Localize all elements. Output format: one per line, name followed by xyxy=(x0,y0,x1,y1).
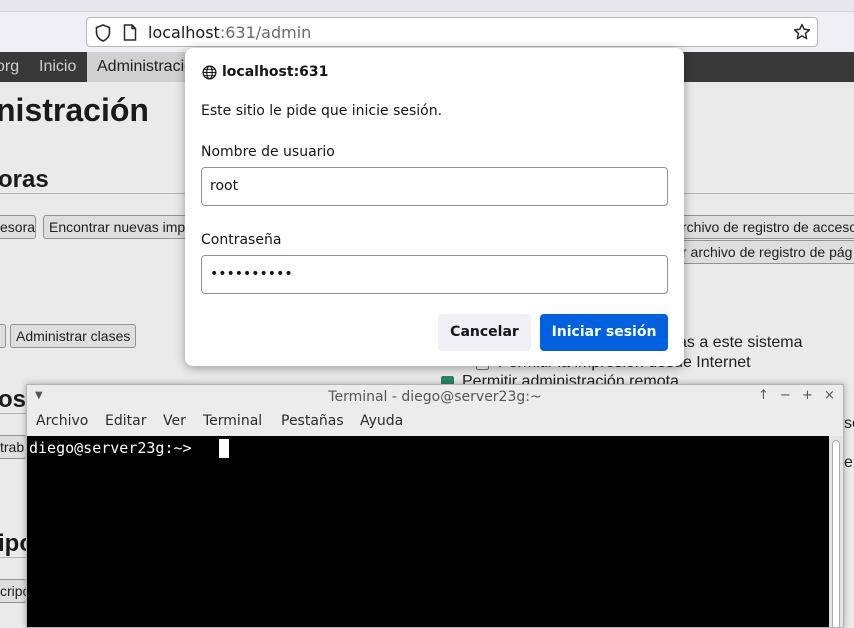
password-label: Contraseña xyxy=(201,232,282,248)
shield-icon[interactable] xyxy=(95,24,111,46)
menu-file[interactable]: Archivo xyxy=(36,413,88,429)
globe-icon xyxy=(202,65,217,84)
address-bar[interactable]: localhost:631/admin xyxy=(86,17,818,47)
terminal-scrollbar-thumb[interactable] xyxy=(832,440,840,627)
terminal-screen[interactable]: diego@server23g:~> xyxy=(27,436,829,627)
terminal-window: ▼ Terminal - diego@server23g:~ ↑ − + × A… xyxy=(26,384,844,628)
dialog-message: Este sitio le pide que inicie sesión. xyxy=(201,103,443,119)
page-info-icon[interactable] xyxy=(123,24,137,45)
url-host: localhost xyxy=(148,23,220,42)
login-button[interactable]: Iniciar sesión xyxy=(540,314,668,351)
dialog-origin: localhost:631 xyxy=(222,64,329,80)
menu-tabs[interactable]: Pestañas xyxy=(281,413,344,429)
browser-toolbar: localhost:631/admin xyxy=(0,0,854,52)
username-field[interactable]: root xyxy=(201,167,668,206)
url-path: :631/admin xyxy=(219,23,312,42)
terminal-titlebar[interactable]: ▼ Terminal - diego@server23g:~ ↑ − + × xyxy=(27,385,843,409)
terminal-cursor xyxy=(219,439,229,458)
tab-strip-edge xyxy=(0,0,854,12)
url-text[interactable]: localhost:631/admin xyxy=(148,23,311,42)
menu-terminal[interactable]: Terminal xyxy=(203,413,262,429)
bookmark-star-icon[interactable] xyxy=(793,23,811,45)
maximize-icon[interactable]: + xyxy=(802,388,813,403)
password-field[interactable]: •••••••••• xyxy=(201,255,668,294)
menu-help[interactable]: Ayuda xyxy=(360,413,403,429)
menu-edit[interactable]: Editar xyxy=(105,413,146,429)
menu-view[interactable]: Ver xyxy=(163,413,186,429)
username-label: Nombre de usuario xyxy=(201,144,335,160)
terminal-menubar: Archivo Editar Ver Terminal Pestañas Ayu… xyxy=(27,409,843,436)
terminal-prompt: diego@server23g:~> xyxy=(29,439,201,457)
close-icon[interactable]: × xyxy=(824,388,835,403)
terminal-title: Terminal - diego@server23g:~ xyxy=(328,389,542,405)
minimize-icon[interactable]: − xyxy=(780,388,791,403)
auth-dialog: localhost:631 Este sitio le pide que ini… xyxy=(185,48,684,366)
keep-above-icon[interactable]: ↑ xyxy=(758,388,769,403)
cancel-button[interactable]: Cancelar xyxy=(438,314,531,351)
